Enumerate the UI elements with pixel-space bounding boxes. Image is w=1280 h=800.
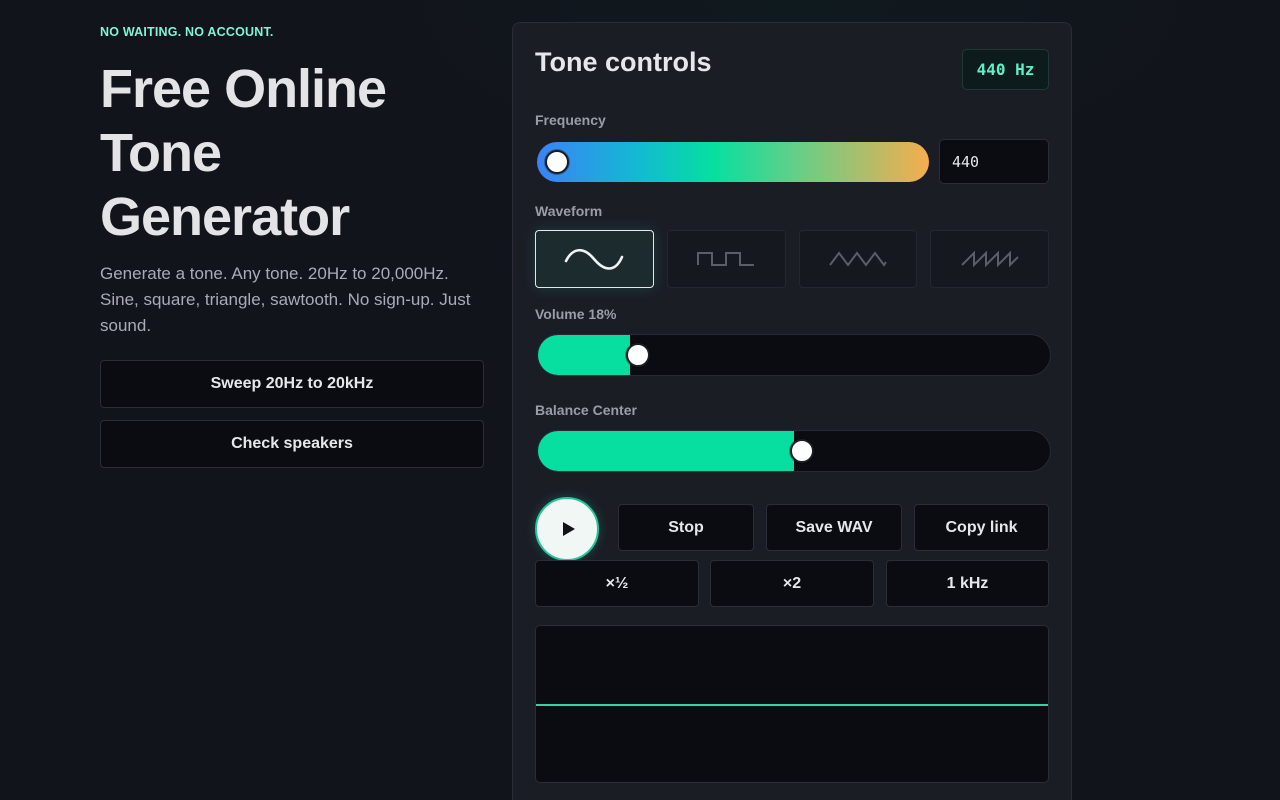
balance-label: Balance Center	[535, 402, 637, 418]
page-title-line: Tone	[100, 123, 222, 183]
hero-description: Generate a tone. Any tone. 20Hz to 20,00…	[100, 264, 471, 335]
tone-controls-panel: Tone controls 440 Hz Frequency Waveform	[512, 22, 1072, 800]
triangle-wave-icon	[829, 251, 887, 267]
oscilloscope-trace	[536, 704, 1048, 706]
eyebrow-text: NO WAITING. NO ACCOUNT.	[100, 25, 274, 39]
frequency-label: Frequency	[535, 112, 606, 128]
check-speakers-button[interactable]: Check speakers	[100, 420, 484, 468]
sawtooth-wave-icon	[960, 250, 1019, 268]
page-title: Free Online Tone Generator	[100, 57, 484, 249]
stop-button[interactable]: Stop	[618, 504, 754, 551]
frequency-slider-thumb[interactable]	[545, 150, 569, 174]
waveform-triangle-button[interactable]	[798, 230, 918, 288]
save-wav-button[interactable]: Save WAV	[766, 504, 902, 551]
waveform-selector	[535, 230, 1049, 288]
sine-wave-icon	[565, 248, 624, 270]
volume-slider-fill	[538, 335, 630, 375]
double-frequency-button[interactable]: ×2	[710, 560, 874, 607]
page-title-line: Free Online	[100, 59, 387, 119]
frequency-badge: 440 Hz	[962, 49, 1049, 90]
frequency-slider[interactable]	[537, 142, 929, 182]
page-title-line: Generator	[100, 187, 350, 247]
waveform-label: Waveform	[535, 203, 603, 219]
panel-title: Tone controls	[535, 47, 712, 77]
volume-label: Volume 18%	[535, 306, 617, 322]
volume-slider[interactable]	[537, 334, 1051, 376]
waveform-square-button[interactable]	[666, 230, 786, 288]
hero-section: NO WAITING. NO ACCOUNT. Free Online Tone…	[100, 24, 484, 468]
play-button[interactable]	[535, 497, 599, 561]
one-khz-button[interactable]: 1 kHz	[886, 560, 1049, 607]
square-wave-icon	[697, 252, 755, 266]
sweep-button[interactable]: Sweep 20Hz to 20kHz	[100, 360, 484, 408]
balance-slider-thumb[interactable]	[790, 439, 814, 463]
balance-slider[interactable]	[537, 430, 1051, 472]
volume-slider-thumb[interactable]	[626, 343, 650, 367]
copy-link-button[interactable]: Copy link	[914, 504, 1049, 551]
oscilloscope-display	[535, 625, 1049, 783]
frequency-input[interactable]	[939, 139, 1049, 184]
waveform-sawtooth-button[interactable]	[930, 230, 1049, 288]
waveform-sine-button[interactable]	[535, 230, 654, 288]
balance-slider-fill	[538, 431, 794, 471]
play-icon	[562, 522, 575, 536]
half-frequency-button[interactable]: ×½	[535, 560, 699, 607]
